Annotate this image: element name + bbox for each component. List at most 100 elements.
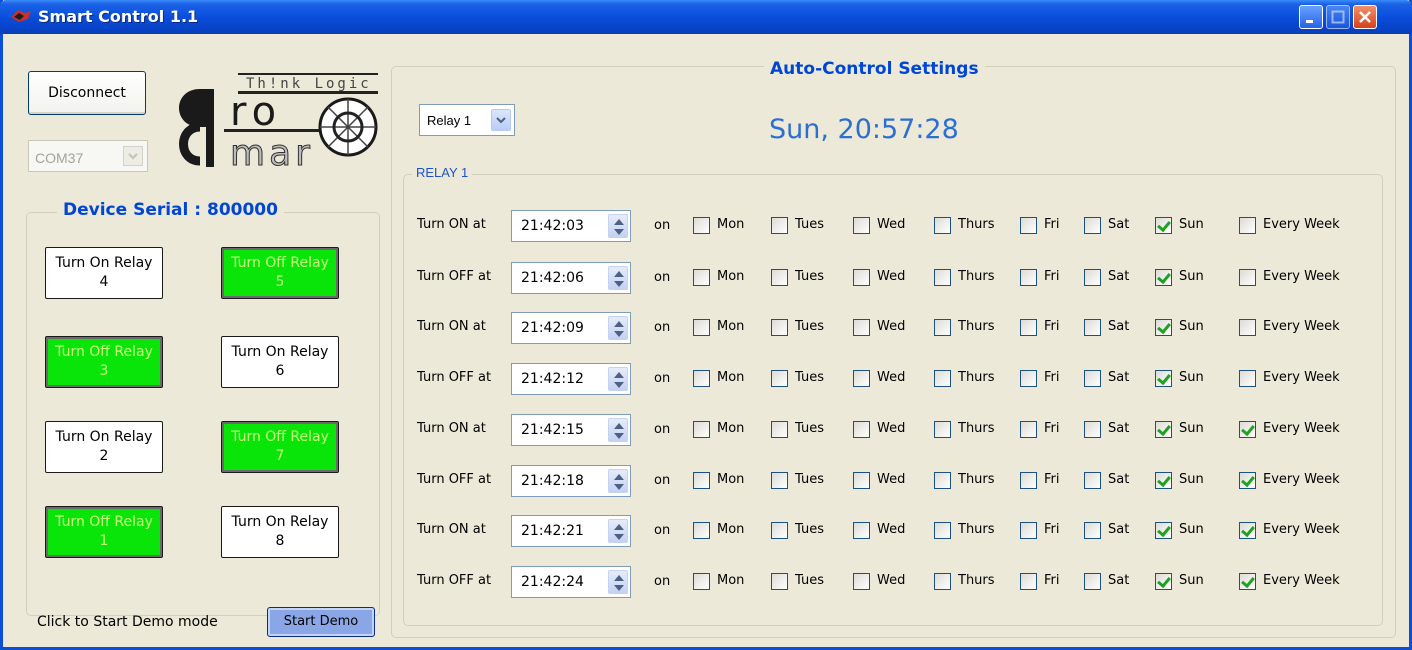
checkbox-thurs[interactable] bbox=[934, 319, 951, 336]
spinner-icon[interactable] bbox=[608, 316, 628, 340]
checkbox-mon[interactable] bbox=[693, 472, 710, 489]
checkbox-wed[interactable] bbox=[853, 319, 870, 336]
checkbox-fri[interactable] bbox=[1020, 319, 1037, 336]
checkbox-sat[interactable] bbox=[1084, 217, 1101, 234]
checkbox-sat[interactable] bbox=[1084, 370, 1101, 387]
checkbox-thurs[interactable] bbox=[934, 472, 951, 489]
spin-up-icon[interactable] bbox=[614, 423, 624, 429]
checkbox-sun[interactable] bbox=[1155, 573, 1172, 590]
checkbox-fri[interactable] bbox=[1020, 573, 1037, 590]
spin-down-icon[interactable] bbox=[614, 484, 624, 490]
checkbox-sun[interactable] bbox=[1155, 421, 1172, 438]
chevron-down-icon[interactable] bbox=[123, 146, 143, 166]
checkbox-sun[interactable] bbox=[1155, 370, 1172, 387]
relay-select[interactable]: Relay 1 bbox=[419, 104, 515, 136]
spin-down-icon[interactable] bbox=[614, 433, 624, 439]
checkbox-thurs[interactable] bbox=[934, 217, 951, 234]
spin-down-icon[interactable] bbox=[614, 331, 624, 337]
checkbox-tues[interactable] bbox=[771, 573, 788, 590]
checkbox-fri[interactable] bbox=[1020, 421, 1037, 438]
checkbox-sat[interactable] bbox=[1084, 573, 1101, 590]
checkbox-thurs[interactable] bbox=[934, 370, 951, 387]
time-picker[interactable]: 21:42:15 bbox=[511, 414, 631, 446]
com-port-select[interactable]: COM37 bbox=[28, 140, 148, 172]
checkbox-thurs[interactable] bbox=[934, 269, 951, 286]
time-picker[interactable]: 21:42:06 bbox=[511, 262, 631, 294]
checkbox-every-week[interactable] bbox=[1239, 421, 1256, 438]
spinner-icon[interactable] bbox=[608, 418, 628, 442]
checkbox-mon[interactable] bbox=[693, 269, 710, 286]
checkbox-tues[interactable] bbox=[771, 472, 788, 489]
checkbox-fri[interactable] bbox=[1020, 522, 1037, 539]
spin-down-icon[interactable] bbox=[614, 229, 624, 235]
checkbox-sun[interactable] bbox=[1155, 319, 1172, 336]
checkbox-tues[interactable] bbox=[771, 319, 788, 336]
spin-down-icon[interactable] bbox=[614, 585, 624, 591]
checkbox-thurs[interactable] bbox=[934, 421, 951, 438]
chevron-down-icon[interactable] bbox=[491, 109, 511, 131]
spin-up-icon[interactable] bbox=[614, 474, 624, 480]
checkbox-mon[interactable] bbox=[693, 421, 710, 438]
checkbox-fri[interactable] bbox=[1020, 269, 1037, 286]
title-bar[interactable]: Smart Control 1.1 bbox=[0, 0, 1412, 34]
checkbox-wed[interactable] bbox=[853, 269, 870, 286]
checkbox-mon[interactable] bbox=[693, 522, 710, 539]
checkbox-sat[interactable] bbox=[1084, 319, 1101, 336]
checkbox-sun[interactable] bbox=[1155, 217, 1172, 234]
checkbox-fri[interactable] bbox=[1020, 472, 1037, 489]
checkbox-tues[interactable] bbox=[771, 370, 788, 387]
checkbox-tues[interactable] bbox=[771, 421, 788, 438]
maximize-button[interactable] bbox=[1326, 5, 1350, 29]
checkbox-every-week[interactable] bbox=[1239, 522, 1256, 539]
spin-down-icon[interactable] bbox=[614, 534, 624, 540]
checkbox-fri[interactable] bbox=[1020, 217, 1037, 234]
checkbox-every-week[interactable] bbox=[1239, 319, 1256, 336]
checkbox-sun[interactable] bbox=[1155, 522, 1172, 539]
checkbox-every-week[interactable] bbox=[1239, 370, 1256, 387]
checkbox-fri[interactable] bbox=[1020, 370, 1037, 387]
checkbox-sun[interactable] bbox=[1155, 472, 1172, 489]
checkbox-mon[interactable] bbox=[693, 370, 710, 387]
checkbox-sat[interactable] bbox=[1084, 269, 1101, 286]
time-picker[interactable]: 21:42:12 bbox=[511, 363, 631, 395]
spin-up-icon[interactable] bbox=[614, 219, 624, 225]
checkbox-tues[interactable] bbox=[771, 269, 788, 286]
checkbox-wed[interactable] bbox=[853, 421, 870, 438]
checkbox-sun[interactable] bbox=[1155, 269, 1172, 286]
checkbox-every-week[interactable] bbox=[1239, 573, 1256, 590]
spinner-icon[interactable] bbox=[608, 570, 628, 594]
spin-up-icon[interactable] bbox=[614, 575, 624, 581]
checkbox-every-week[interactable] bbox=[1239, 472, 1256, 489]
start-demo-button[interactable]: Start Demo bbox=[267, 607, 375, 637]
time-picker[interactable]: 21:42:24 bbox=[511, 566, 631, 598]
checkbox-wed[interactable] bbox=[853, 472, 870, 489]
time-picker[interactable]: 21:42:21 bbox=[511, 515, 631, 547]
checkbox-thurs[interactable] bbox=[934, 522, 951, 539]
checkbox-wed[interactable] bbox=[853, 217, 870, 234]
checkbox-sat[interactable] bbox=[1084, 472, 1101, 489]
time-picker[interactable]: 21:42:03 bbox=[511, 210, 631, 242]
checkbox-tues[interactable] bbox=[771, 522, 788, 539]
time-picker[interactable]: 21:42:09 bbox=[511, 312, 631, 344]
spinner-icon[interactable] bbox=[608, 367, 628, 391]
checkbox-wed[interactable] bbox=[853, 370, 870, 387]
checkbox-sat[interactable] bbox=[1084, 522, 1101, 539]
checkbox-every-week[interactable] bbox=[1239, 217, 1256, 234]
checkbox-mon[interactable] bbox=[693, 319, 710, 336]
checkbox-wed[interactable] bbox=[853, 522, 870, 539]
checkbox-every-week[interactable] bbox=[1239, 269, 1256, 286]
spinner-icon[interactable] bbox=[608, 214, 628, 238]
checkbox-wed[interactable] bbox=[853, 573, 870, 590]
spin-up-icon[interactable] bbox=[614, 271, 624, 277]
spin-up-icon[interactable] bbox=[614, 524, 624, 530]
spin-up-icon[interactable] bbox=[614, 372, 624, 378]
checkbox-tues[interactable] bbox=[771, 217, 788, 234]
time-picker[interactable]: 21:42:18 bbox=[511, 465, 631, 497]
spinner-icon[interactable] bbox=[608, 266, 628, 290]
checkbox-mon[interactable] bbox=[693, 217, 710, 234]
spin-up-icon[interactable] bbox=[614, 321, 624, 327]
close-button[interactable] bbox=[1353, 5, 1377, 29]
checkbox-mon[interactable] bbox=[693, 573, 710, 590]
checkbox-thurs[interactable] bbox=[934, 573, 951, 590]
spin-down-icon[interactable] bbox=[614, 382, 624, 388]
